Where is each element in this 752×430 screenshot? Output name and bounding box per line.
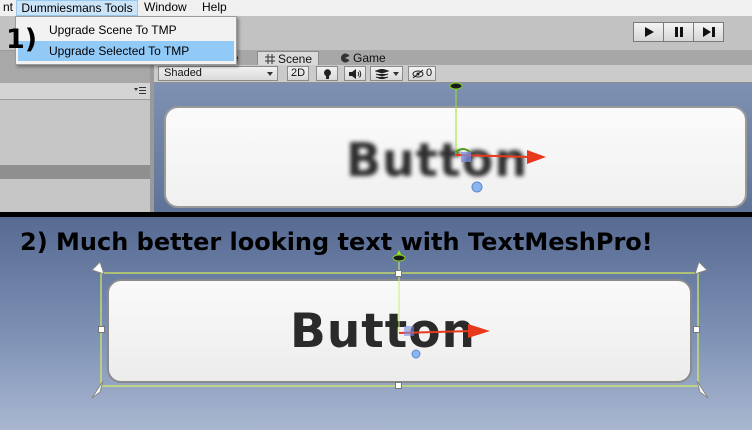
resize-handle-left[interactable] [98,326,105,333]
effects-toggle[interactable] [370,66,403,81]
resize-handle-bottom[interactable] [395,382,402,389]
button-label-crisp: Button [290,304,476,359]
hierarchy-panel [0,83,150,212]
resize-handle-top[interactable] [395,270,402,277]
playback-controls [633,22,724,42]
menu-item-upgrade-selected[interactable]: Upgrade Selected To TMP [18,41,234,61]
chevron-down-icon [267,72,273,76]
eye-off-icon [412,69,424,79]
play-icon [644,27,654,37]
audio-toggle[interactable] [344,66,366,81]
chevron-down-icon [393,72,399,76]
editor-screenshot-before: nt Dummiesmans Tools Window Help e Scene… [0,0,752,212]
menu-item-truncated[interactable]: nt [0,0,16,16]
menu-dummiesmans-tools[interactable]: Dummiesmans Tools [16,0,138,16]
tab-scene[interactable]: Scene [257,51,319,66]
pause-button[interactable] [663,22,694,42]
tab-scene-label: Scene [278,51,313,66]
step-1-annotation: 1) [6,24,38,55]
lighting-toggle[interactable] [316,66,338,81]
menu-help[interactable]: Help [199,0,230,16]
shading-mode-dropdown[interactable]: Shaded [158,66,278,81]
step-2-annotation: 2) Much better looking text with TextMes… [20,228,653,256]
play-button[interactable] [633,22,664,42]
tab-game-label: Game [353,51,386,65]
2d-mode-toggle[interactable]: 2D [287,66,309,81]
resize-handle-right[interactable] [693,326,700,333]
tab-game[interactable]: Game [340,51,386,65]
tab-strip [154,50,752,65]
scene-grid-icon [265,53,275,64]
game-pacman-icon [340,53,350,63]
step-button[interactable] [693,22,724,42]
speaker-icon [349,69,362,79]
menu-window[interactable]: Window [141,0,190,16]
panel-menu-icon[interactable] [134,87,146,95]
lightbulb-icon [324,69,331,79]
dummiesmans-tools-menu: Upgrade Scene To TMP Upgrade Selected To… [15,16,237,65]
menu-bar: nt Dummiesmans Tools Window Help [0,0,752,16]
menu-item-upgrade-scene[interactable]: Upgrade Scene To TMP [18,20,234,40]
button-label-blurry: Button [346,133,529,187]
hierarchy-selected-row[interactable] [0,165,150,179]
pause-icon [674,27,683,37]
effects-icon [375,69,389,79]
hidden-objects-count: 0 [426,67,433,79]
hidden-objects-toggle[interactable]: 0 [408,66,436,81]
step-icon [702,27,715,37]
hierarchy-panel-header [0,83,150,100]
2d-mode-label: 2D [290,67,306,79]
shading-mode-value: Shaded [164,67,202,79]
